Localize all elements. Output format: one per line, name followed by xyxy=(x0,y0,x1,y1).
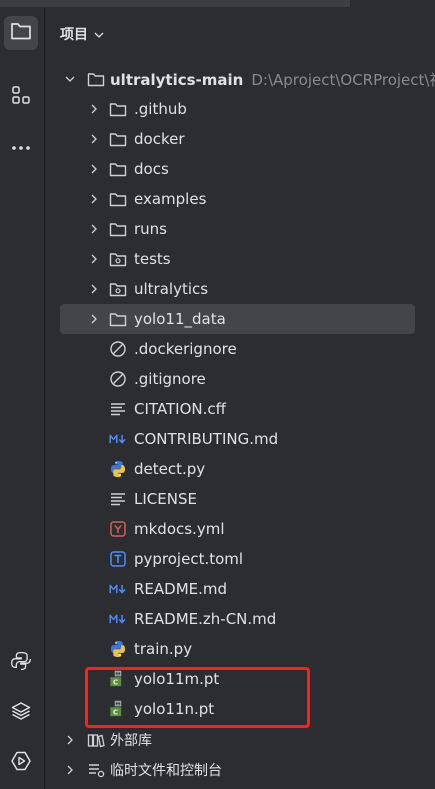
tree-item[interactable]: mkdocs.yml xyxy=(45,514,435,544)
tree-item-label: CITATION.cff xyxy=(134,400,226,418)
scratches-label: 临时文件和控制台 xyxy=(110,763,222,779)
tree-item-label: docs xyxy=(134,160,169,178)
tree-item[interactable]: examples xyxy=(45,184,435,214)
text-file-icon xyxy=(109,400,127,418)
structure-icon xyxy=(10,84,32,110)
tree-item[interactable]: docker xyxy=(45,124,435,154)
tree-item[interactable]: train.py xyxy=(45,634,435,664)
python-icon xyxy=(109,460,127,478)
window-top-strip xyxy=(0,0,435,8)
chevron-right-icon[interactable] xyxy=(88,223,100,235)
tree-item[interactable]: tests xyxy=(45,244,435,274)
tree-item[interactable]: yolo11_data xyxy=(60,304,415,334)
python-console-icon xyxy=(10,650,32,676)
tree-item[interactable]: ultralytics xyxy=(45,274,435,304)
tree-item[interactable]: LICENSE xyxy=(45,484,435,514)
tree-item[interactable]: CITATION.cff xyxy=(45,394,435,424)
markdown-icon xyxy=(109,430,127,448)
folder-icon xyxy=(109,190,127,208)
chevron-right-icon[interactable] xyxy=(88,313,100,325)
root-label: ultralytics-main D:\Aproject\OCRProject\视 xyxy=(110,69,435,90)
tree-item[interactable]: pyproject.toml xyxy=(45,544,435,574)
toml-icon xyxy=(109,550,127,568)
text-file-icon xyxy=(109,490,127,508)
tree-item[interactable]: docs xyxy=(45,154,435,184)
external-libraries-node[interactable]: 外部库 xyxy=(45,725,435,755)
tree-item-label: examples xyxy=(134,190,207,208)
folder-icon xyxy=(109,160,127,178)
layers-icon xyxy=(10,700,32,726)
external-libraries-label: 外部库 xyxy=(110,733,152,749)
chevron-right-icon[interactable] xyxy=(88,253,100,265)
scratches-node[interactable]: 临时文件和控制台 xyxy=(45,755,435,785)
chevron-right-icon[interactable] xyxy=(88,103,100,115)
library-icon xyxy=(87,731,105,749)
panel-title: 项目 xyxy=(60,27,88,43)
tree-item-label: README.md xyxy=(134,580,228,598)
python-icon xyxy=(109,640,127,658)
tree-item-label: runs xyxy=(134,220,167,238)
tree-item-label: .gitignore xyxy=(134,370,206,388)
folder-icon xyxy=(10,21,32,45)
yaml-icon xyxy=(109,520,127,538)
chevron-right-icon[interactable] xyxy=(88,193,100,205)
markdown-icon xyxy=(109,580,127,598)
structure-tool-button[interactable] xyxy=(4,80,38,114)
tree-item-label: CONTRIBUTING.md xyxy=(134,430,279,448)
tree-item[interactable]: .dockerignore xyxy=(45,334,435,364)
highlight-annotation-box xyxy=(85,667,310,728)
tree-item-label: detect.py xyxy=(134,460,206,478)
package-folder-icon xyxy=(109,280,127,298)
project-panel: 项目 ultralytics-main D:\Aproject\OCRProjec… xyxy=(45,8,435,789)
tree-item-label: README.zh-CN.md xyxy=(134,610,277,628)
python-console-button[interactable] xyxy=(4,646,38,680)
project-view-selector[interactable]: 项目 xyxy=(60,24,104,44)
tree-item-label: train.py xyxy=(134,640,193,658)
top-strip-accent xyxy=(0,0,350,7)
chevron-down-icon[interactable] xyxy=(64,73,76,85)
chevron-right-icon[interactable] xyxy=(88,283,100,295)
tree-item-label: .github xyxy=(134,100,187,118)
tree-item[interactable]: runs xyxy=(45,214,435,244)
tree-item[interactable]: .gitignore xyxy=(45,364,435,394)
markdown-icon xyxy=(109,610,127,628)
folder-icon xyxy=(87,70,105,88)
tree-item-label: .dockerignore xyxy=(134,340,237,358)
tree-item[interactable]: README.md xyxy=(45,574,435,604)
root-path: D:\Aproject\OCRProject\视 xyxy=(251,70,435,89)
tree-root[interactable]: ultralytics-main D:\Aproject\OCRProject\视 xyxy=(45,64,435,94)
chevron-right-icon[interactable] xyxy=(88,133,100,145)
tree-item-label: pyproject.toml xyxy=(134,550,244,568)
services-icon xyxy=(10,750,32,776)
folder-icon xyxy=(109,100,127,118)
layers-button[interactable] xyxy=(4,696,38,730)
chevron-down-icon xyxy=(94,26,104,42)
project-tool-button[interactable] xyxy=(4,16,38,50)
chevron-right-icon[interactable] xyxy=(64,764,76,776)
ignore-file-icon xyxy=(109,340,127,358)
tree-item[interactable]: CONTRIBUTING.md xyxy=(45,424,435,454)
folder-icon xyxy=(109,220,127,238)
chevron-right-icon[interactable] xyxy=(88,163,100,175)
tree-item-label: yolo11_data xyxy=(134,310,226,328)
more-tools-button[interactable] xyxy=(4,129,38,163)
services-button[interactable] xyxy=(4,746,38,780)
tree-item[interactable]: detect.py xyxy=(45,454,435,484)
tree-item-label: LICENSE xyxy=(134,490,197,508)
root-name: ultralytics-main xyxy=(110,70,244,89)
tree-item-label: tests xyxy=(134,250,171,268)
activity-bar xyxy=(0,8,45,789)
folder-icon xyxy=(109,130,127,148)
tree-item-label: ultralytics xyxy=(134,280,209,298)
scratches-icon xyxy=(87,761,105,779)
ignore-file-icon xyxy=(109,370,127,388)
more-icon xyxy=(10,137,32,156)
tree-item[interactable]: .github xyxy=(45,94,435,124)
tree-item[interactable]: README.zh-CN.md xyxy=(45,604,435,634)
folder-icon xyxy=(109,310,127,328)
tree-item-label: docker xyxy=(134,130,185,148)
tree-item-label: mkdocs.yml xyxy=(134,520,225,538)
package-folder-icon xyxy=(109,250,127,268)
chevron-right-icon[interactable] xyxy=(64,734,76,746)
